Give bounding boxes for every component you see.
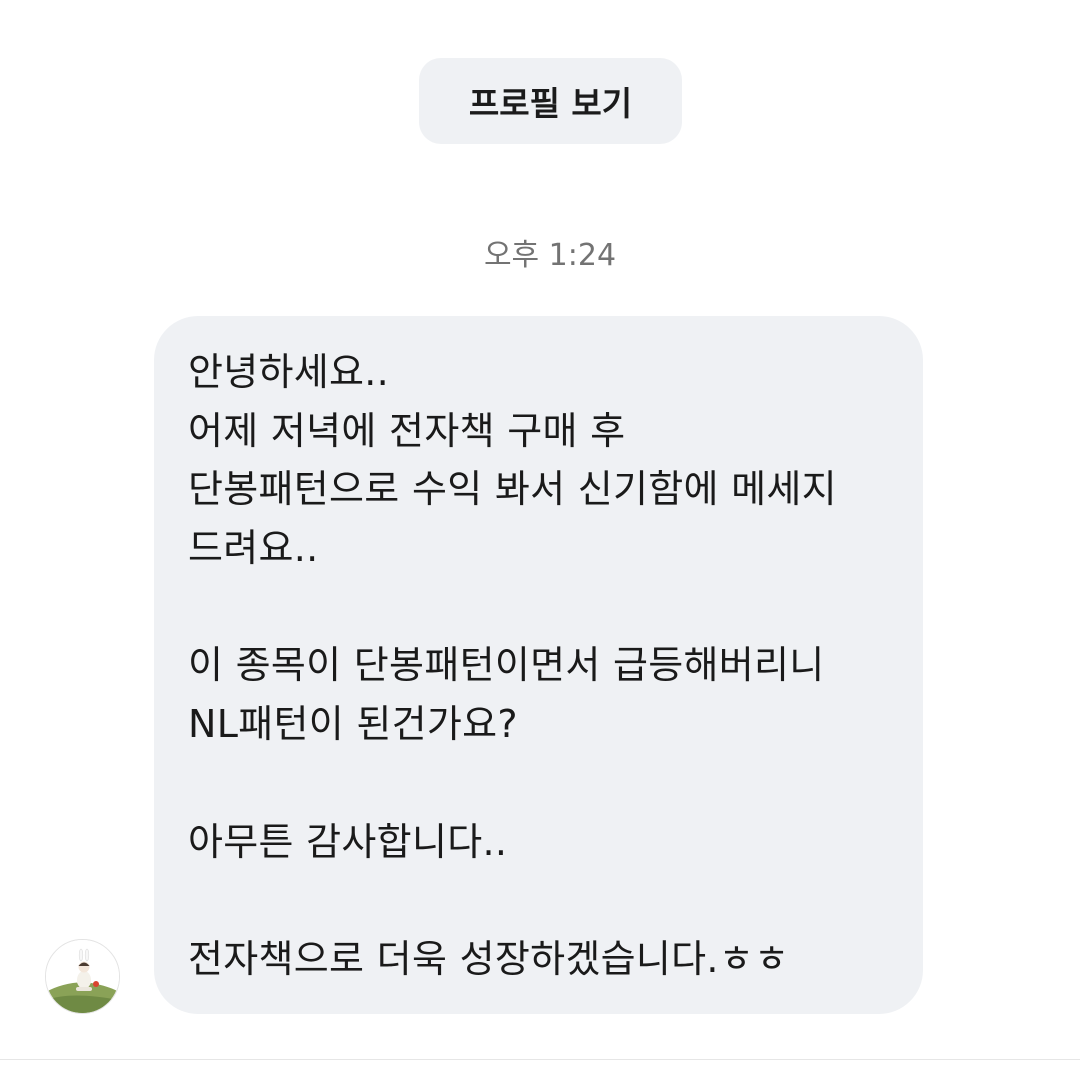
message-line: 어제 저녁에 전자책 구매 후 bbox=[188, 408, 626, 453]
user-avatar-photo-icon bbox=[46, 940, 119, 1013]
message-line: 안녕하세요.. bbox=[188, 350, 390, 394]
message-line: 아무튼 감사합니다.. bbox=[188, 819, 508, 864]
message-line: 전자책으로 더욱 성장하겠습니다.ㅎㅎ bbox=[188, 936, 790, 981]
composer-divider bbox=[0, 1059, 1080, 1060]
dm-thread-screen: 프로필 보기 오후 1:24 안녕하세요.. 어제 저녁에 전자책 구매 후 단… bbox=[0, 0, 1080, 1080]
message-line: 드려요.. bbox=[188, 526, 319, 571]
received-message-bubble[interactable]: 안녕하세요.. 어제 저녁에 전자책 구매 후 단봉패턴으로 수익 봐서 신기함… bbox=[154, 316, 923, 1014]
view-profile-button[interactable]: 프로필 보기 bbox=[419, 58, 682, 144]
message-line: 단봉패턴으로 수익 봐서 신기함에 메세지 bbox=[188, 467, 837, 512]
message-timestamp: 오후 1:24 bbox=[483, 238, 617, 273]
sender-avatar[interactable] bbox=[45, 939, 120, 1014]
message-line: 이 종목이 단봉패턴이면서 급등해버리니 bbox=[188, 643, 825, 688]
message-line: NL패턴이 된건가요? bbox=[188, 702, 518, 747]
